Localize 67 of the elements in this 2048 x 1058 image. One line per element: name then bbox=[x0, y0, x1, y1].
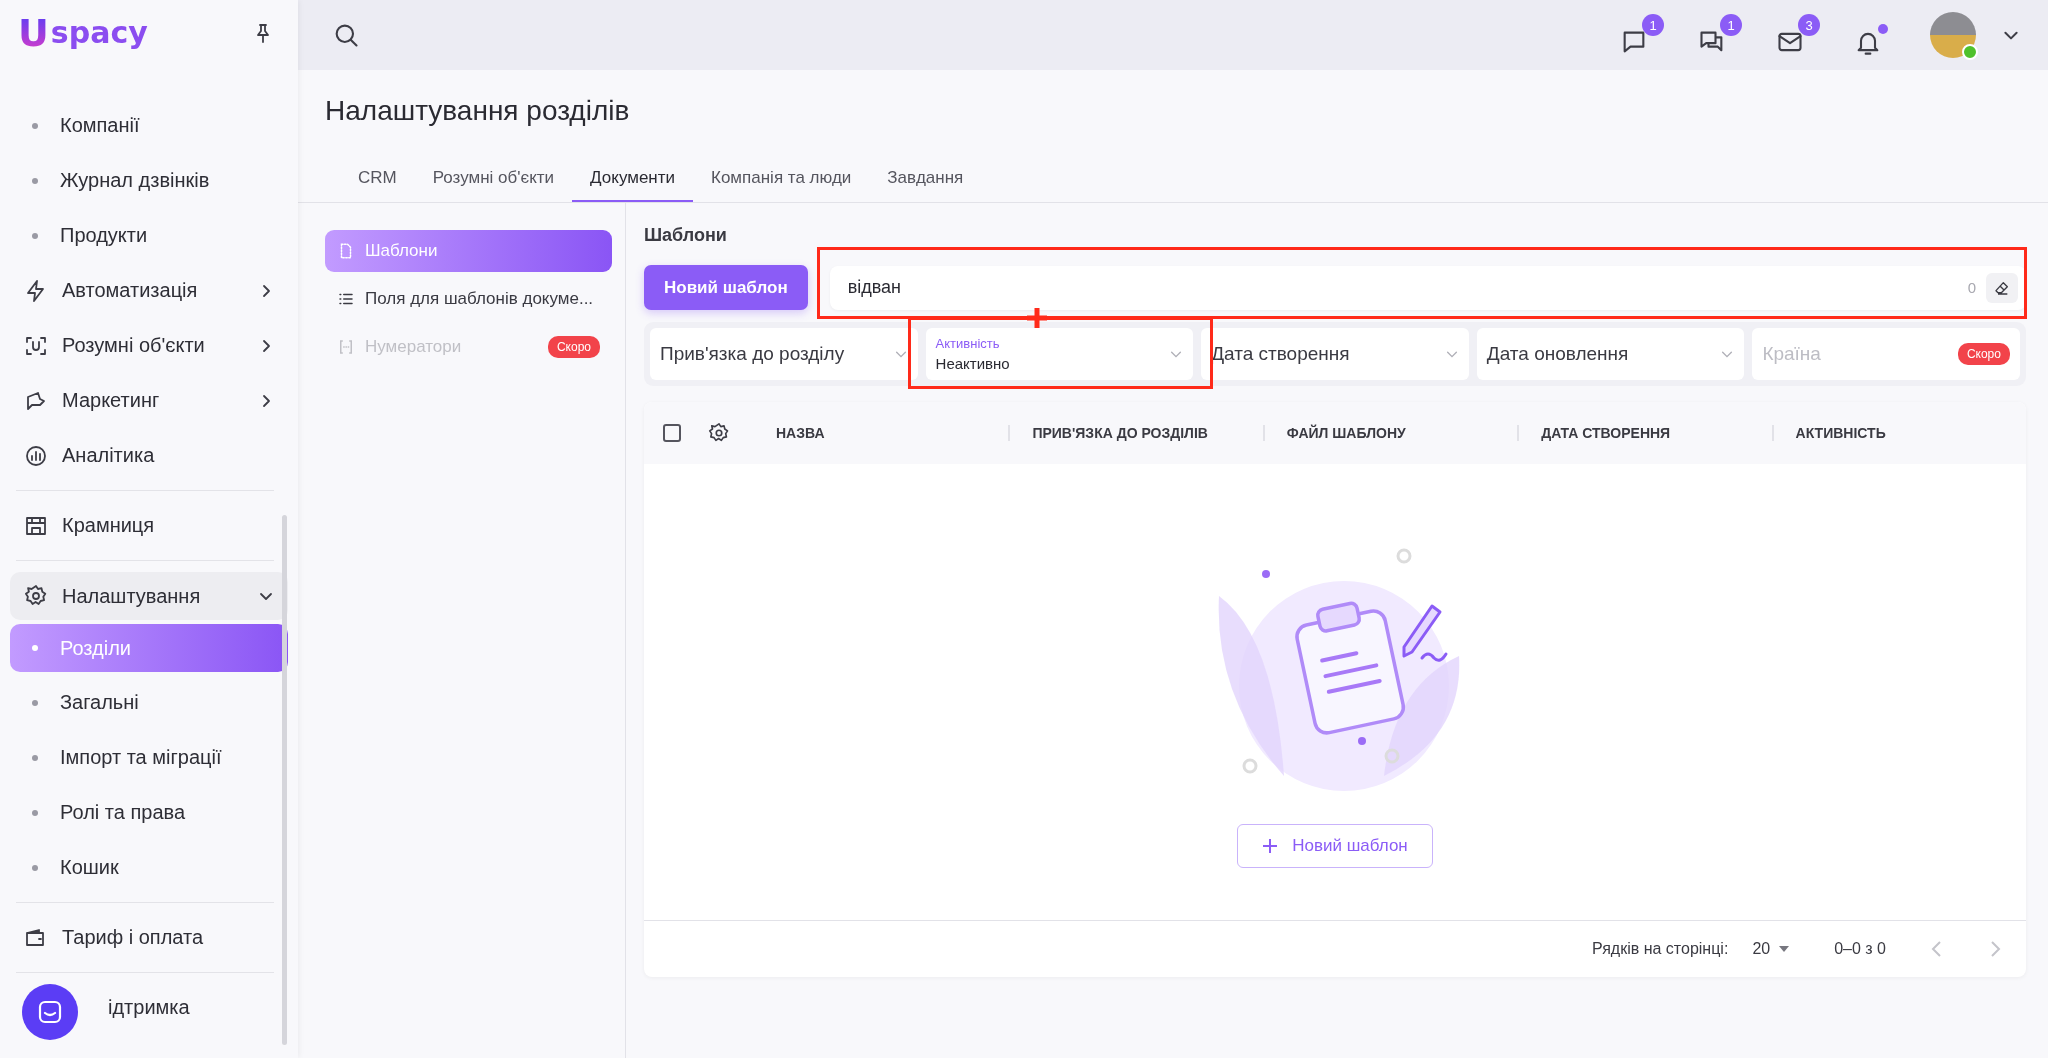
soon-badge: Скоро bbox=[547, 336, 600, 358]
filter-select[interactable]: Прив'язка до розділу bbox=[650, 328, 918, 380]
select-all-checkbox[interactable] bbox=[663, 424, 681, 442]
sidebar-item[interactable]: Тариф і оплата bbox=[10, 910, 288, 965]
filter-label: Дата оновлення bbox=[1486, 343, 1630, 365]
sidebar-item[interactable]: Аналітика bbox=[10, 428, 288, 483]
clear-button[interactable] bbox=[1986, 272, 2018, 303]
subnav-item[interactable]: Поля для шаблонів докуме... bbox=[325, 278, 612, 320]
sidebar-item[interactable]: Компанії bbox=[10, 98, 288, 153]
tab[interactable]: Компанія та люди bbox=[693, 160, 870, 202]
tab[interactable]: Розумні об'єкти bbox=[414, 160, 573, 202]
notification-button[interactable]: 1 bbox=[1618, 14, 1664, 56]
new-template-button[interactable]: Новий шаблон bbox=[644, 265, 808, 310]
count-badge: 1 bbox=[1642, 14, 1664, 36]
filter-select[interactable]: Активність Неактивно bbox=[925, 328, 1194, 380]
column-header[interactable]: НАЗВА bbox=[754, 425, 1009, 441]
rows-per-page-select[interactable]: 20 bbox=[1752, 940, 1791, 958]
column-header[interactable]: ДАТА СТВОРЕННЯ bbox=[1517, 425, 1772, 441]
filter-select[interactable]: Дата оновлення bbox=[1476, 328, 1745, 380]
sidebar-group[interactable]: Розумні об'єкти bbox=[10, 318, 288, 373]
chart-icon bbox=[24, 443, 48, 468]
sidebar-group[interactable]: Автоматизація bbox=[10, 263, 288, 318]
settings-icon bbox=[24, 584, 48, 608]
notification-button[interactable]: 3 bbox=[1774, 14, 1820, 56]
new-template-button[interactable]: Новий шаблон bbox=[1237, 824, 1433, 868]
page-title: Налаштування розділів bbox=[324, 94, 631, 128]
chat-button[interactable] bbox=[22, 984, 78, 1040]
sidebar-item[interactable]: Продукти bbox=[10, 208, 288, 263]
section-title: Шаблони bbox=[644, 224, 728, 247]
plus-icon bbox=[1262, 838, 1279, 854]
caret-icon bbox=[1778, 945, 1791, 953]
pin-icon[interactable] bbox=[254, 23, 272, 43]
braces-icon bbox=[337, 338, 355, 356]
count-badge: 3 bbox=[1798, 14, 1820, 36]
tab[interactable]: Завдання bbox=[869, 160, 982, 202]
tab[interactable]: CRM bbox=[340, 160, 415, 202]
result-count: 0 bbox=[1967, 279, 1976, 296]
column-header[interactable]: ПРИВ'ЯЗКА ДО РОЗДІЛІВ bbox=[1008, 425, 1263, 441]
filter-label: Активність bbox=[935, 336, 1001, 351]
chat-icon bbox=[37, 999, 63, 1025]
sidebar-item[interactable]: Імпорт та міграції bbox=[10, 730, 288, 785]
filter-value: Неактивно bbox=[935, 355, 1011, 372]
logo-text: spacy bbox=[50, 18, 148, 48]
scrollbar[interactable] bbox=[282, 515, 287, 1045]
sidebar-item[interactable]: ідтримка bbox=[10, 980, 288, 1035]
notification-button[interactable]: 1 bbox=[1696, 14, 1742, 56]
sidebar-group[interactable]: Налаштування bbox=[10, 572, 288, 620]
sidebar-item[interactable]: Ролі та права bbox=[10, 785, 288, 840]
sidebar-item[interactable]: Кошик bbox=[10, 840, 288, 895]
sidebar-item[interactable]: Журнал дзвінків bbox=[10, 153, 288, 208]
rows-per-page-label: Рядків на сторінці: bbox=[1592, 940, 1729, 958]
soon-badge: Скоро bbox=[1957, 343, 2010, 365]
avatar[interactable] bbox=[1930, 12, 1976, 58]
eraser-icon bbox=[1994, 279, 2010, 296]
tab[interactable]: Документи bbox=[572, 160, 693, 202]
count-badge: 1 bbox=[1720, 14, 1742, 36]
search-field[interactable]: відван 0 bbox=[829, 265, 2026, 310]
sidebar-group[interactable]: Маркетинг bbox=[10, 373, 288, 428]
filter-label: Країна bbox=[1762, 343, 1822, 365]
sidebar-item[interactable]: Загальні bbox=[10, 675, 288, 730]
column-header[interactable]: АКТИВНІСТЬ bbox=[1771, 425, 2026, 441]
sidebar-item[interactable]: Крамниця bbox=[10, 498, 288, 553]
page-range: 0–0 з 0 bbox=[1834, 940, 1886, 958]
column-header[interactable]: ФАЙЛ ШАБЛОНУ bbox=[1262, 425, 1518, 441]
filter-label: Прив'язка до розділу bbox=[660, 343, 846, 365]
settings-icon[interactable] bbox=[708, 422, 730, 444]
plus-marker-icon bbox=[1024, 305, 1050, 331]
